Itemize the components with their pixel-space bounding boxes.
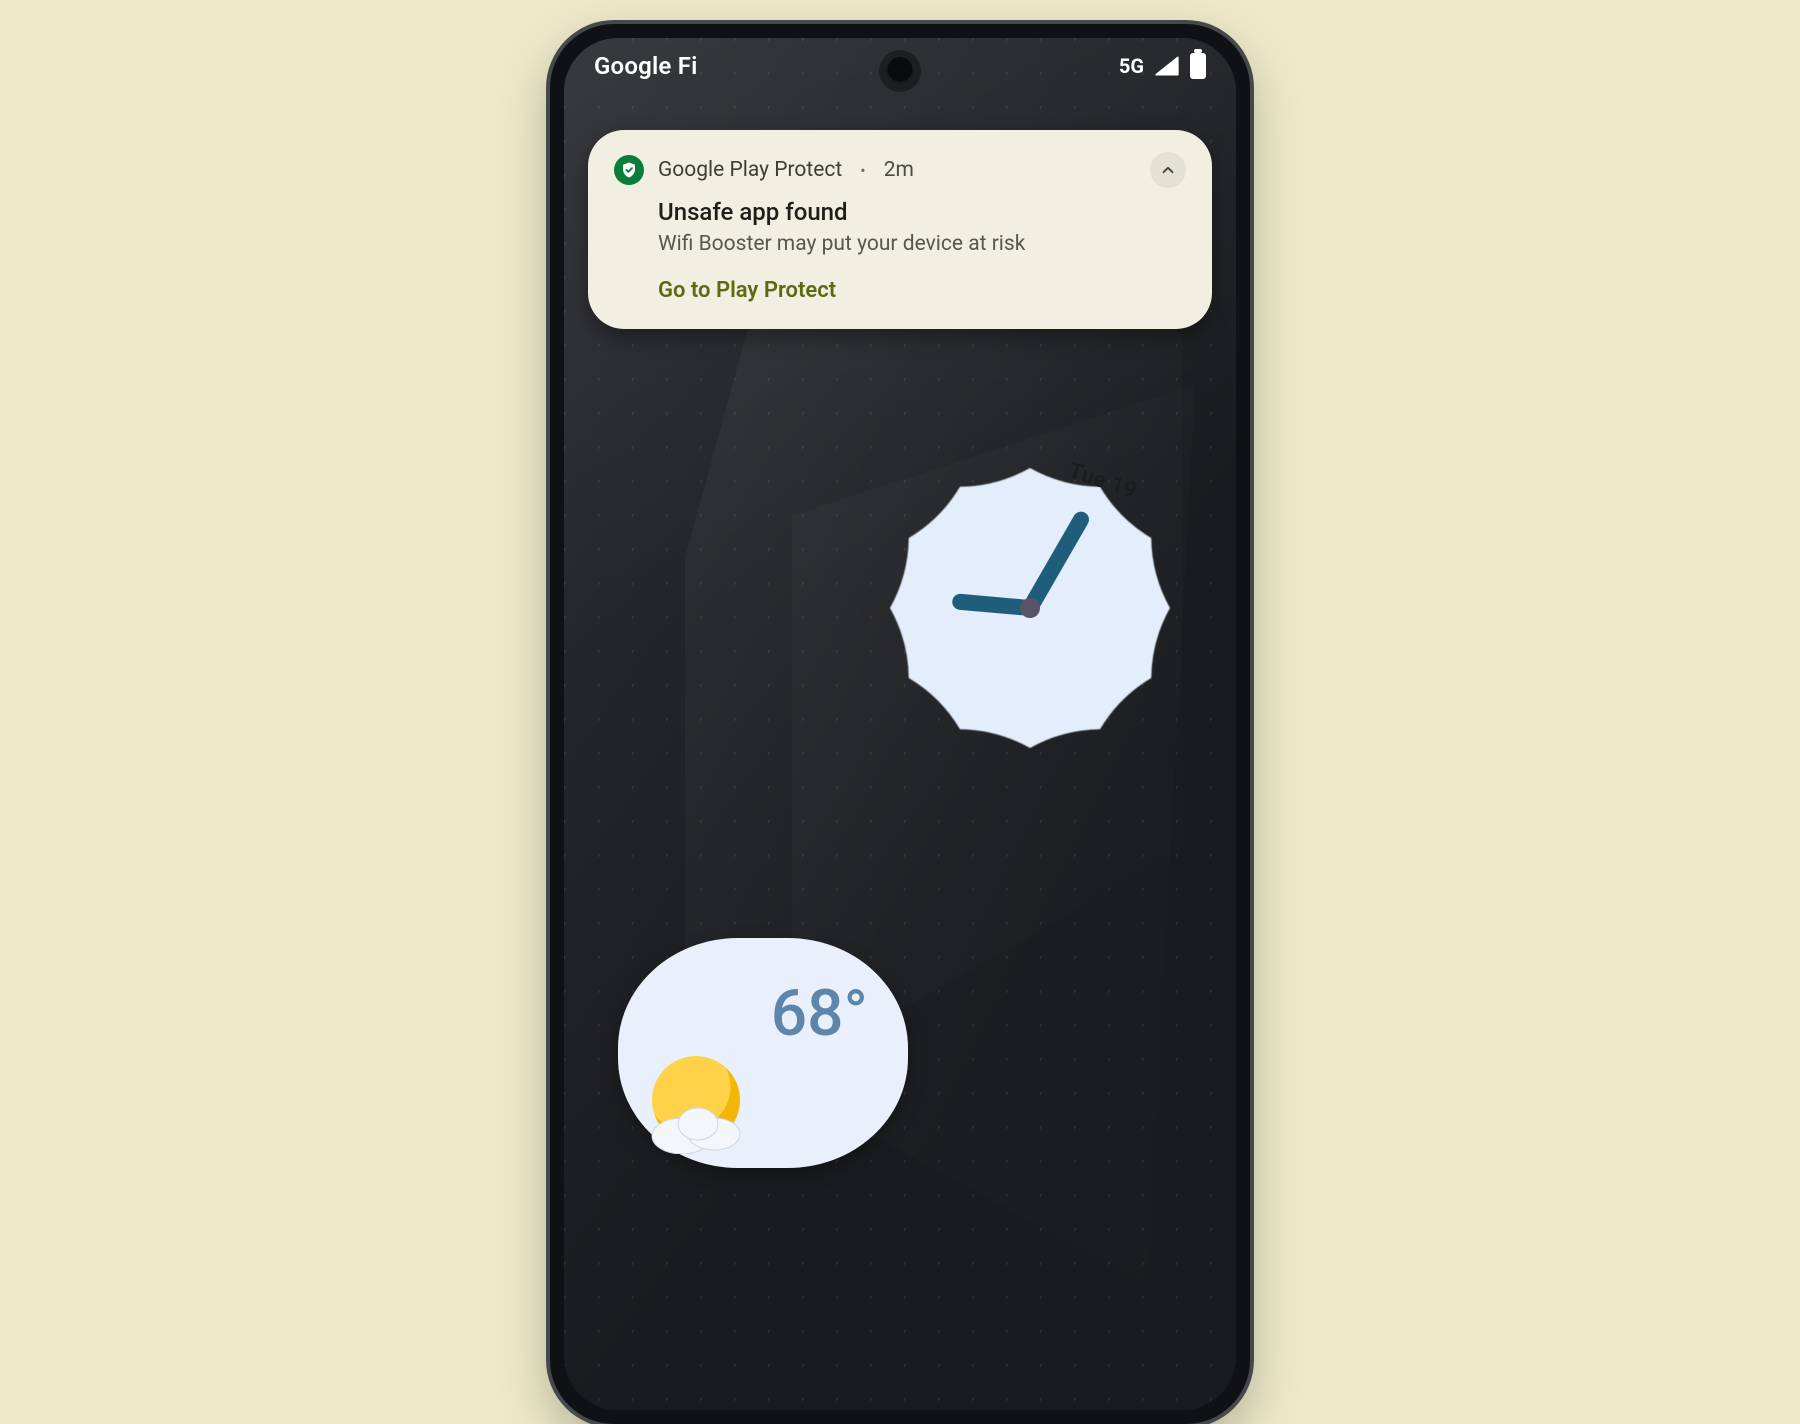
notification-action[interactable]: Go to Play Protect bbox=[658, 278, 1186, 303]
clock-pivot bbox=[1020, 598, 1040, 618]
canvas: Google Fi 5G bbox=[0, 0, 1800, 1200]
phone-screen: Google Fi 5G bbox=[564, 38, 1236, 1410]
weather-temperature: 68° bbox=[771, 976, 868, 1051]
weather-widget[interactable]: 68° bbox=[618, 938, 908, 1168]
shield-check-icon bbox=[614, 155, 644, 185]
phone-frame: Google Fi 5G bbox=[550, 24, 1250, 1424]
notification-app-name: Google Play Protect bbox=[658, 158, 842, 182]
chevron-up-icon bbox=[1159, 161, 1177, 179]
battery-icon bbox=[1190, 53, 1206, 79]
notification-card[interactable]: Google Play Protect • 2m Unsafe app foun… bbox=[588, 130, 1212, 329]
notification-separator: • bbox=[856, 161, 869, 180]
notification-time: 2m bbox=[884, 158, 914, 182]
network-label: 5G bbox=[1119, 54, 1144, 78]
cloud-icon bbox=[640, 1100, 760, 1154]
status-bar: Google Fi 5G bbox=[564, 38, 1236, 94]
carrier-label: Google Fi bbox=[594, 52, 698, 80]
notification-title: Unsafe app found bbox=[658, 198, 1186, 226]
signal-icon bbox=[1154, 55, 1180, 77]
clock-widget[interactable]: Tue 19 bbox=[880, 458, 1180, 758]
notification-body: Wifi Booster may put your device at risk bbox=[658, 232, 1186, 256]
notification-collapse-button[interactable] bbox=[1150, 152, 1186, 188]
